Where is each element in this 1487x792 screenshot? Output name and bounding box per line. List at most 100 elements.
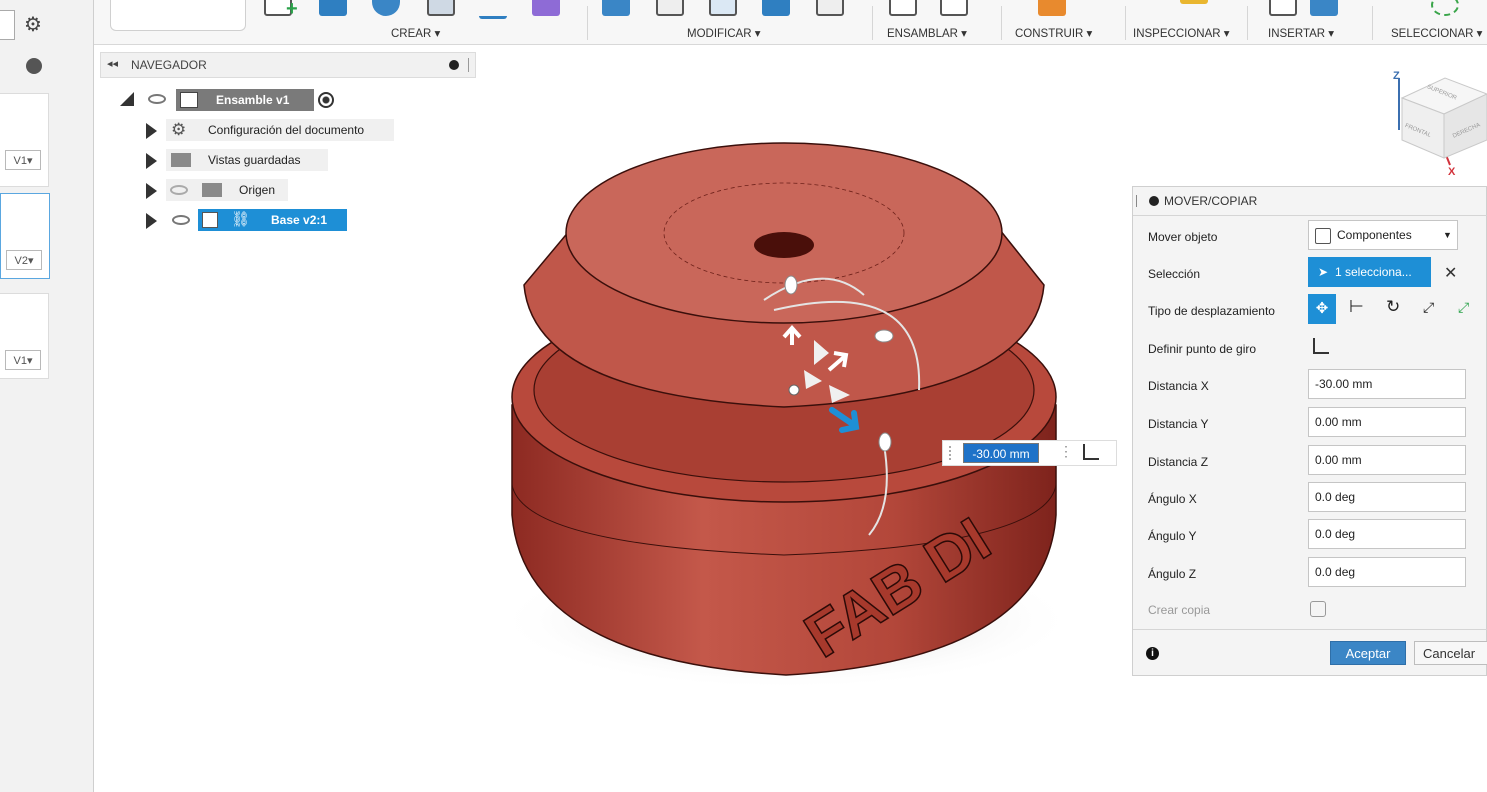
pivot-point-icon[interactable] xyxy=(1083,444,1099,460)
component-icon xyxy=(202,212,218,228)
chamfer-icon[interactable] xyxy=(709,0,737,16)
version-card[interactable]: V1▾ xyxy=(0,293,49,379)
point-to-position-icon[interactable]: ⤢ xyxy=(1458,299,1469,316)
activate-radio-icon[interactable] xyxy=(318,92,334,108)
loft-icon[interactable] xyxy=(479,0,507,19)
construct-menu[interactable]: CONSTRUIR ▾ xyxy=(1015,26,1092,40)
separator xyxy=(1372,6,1373,40)
selection-value: 1 selecciona... xyxy=(1335,265,1412,279)
press-pull-icon[interactable] xyxy=(602,0,630,16)
angle-y-label: Ángulo Y xyxy=(1148,529,1197,543)
insert-derive-icon[interactable] xyxy=(1269,0,1297,16)
combine-icon[interactable] xyxy=(816,0,844,16)
angle-x-input[interactable]: 0.0 deg xyxy=(1308,482,1466,512)
angle-y-input[interactable]: 0.0 deg xyxy=(1308,519,1466,549)
shell-icon[interactable] xyxy=(762,0,790,16)
workspace-switcher[interactable] xyxy=(110,0,246,31)
selection-field[interactable]: ➤ 1 selecciona... xyxy=(1308,257,1431,287)
pivot-point-icon[interactable] xyxy=(1313,338,1329,354)
browser-panel-header[interactable]: ◂◂ NAVEGADOR xyxy=(100,52,476,78)
tree-root[interactable]: Ensamble v1 xyxy=(176,89,314,111)
tree-expand-icon[interactable] xyxy=(146,153,157,169)
create-copy-checkbox[interactable] xyxy=(1310,601,1326,617)
distance-z-input[interactable]: 0.00 mm xyxy=(1308,445,1466,475)
drag-grip[interactable] xyxy=(949,446,957,460)
info-icon[interactable]: i xyxy=(1146,647,1159,660)
rotation-handle[interactable] xyxy=(878,432,892,452)
cancel-button[interactable]: Cancelar xyxy=(1414,641,1487,665)
version-dropdown[interactable]: V1▾ xyxy=(5,350,41,370)
gear-icon[interactable]: ⚙ xyxy=(24,12,42,37)
hidden-eye-icon[interactable] xyxy=(170,185,188,195)
fillet-icon[interactable] xyxy=(656,0,684,16)
assembly-icon xyxy=(180,92,198,108)
tree-root-expand-icon[interactable] xyxy=(120,92,134,106)
version-card[interactable]: V2▾ xyxy=(0,193,50,279)
sweep-icon[interactable] xyxy=(427,0,455,16)
insert-menu[interactable]: INSERTAR ▾ xyxy=(1268,26,1334,40)
tree-item-label: Base v2:1 xyxy=(271,213,328,227)
component-icon xyxy=(1315,228,1331,244)
tree-item-base-component[interactable]: ⛓ Base v2:1 xyxy=(198,209,347,231)
version-dropdown[interactable]: V1▾ xyxy=(5,150,41,170)
new-component-icon[interactable] xyxy=(889,0,917,16)
pin-icon[interactable] xyxy=(449,60,459,70)
angle-z-input[interactable]: 0.0 deg xyxy=(1308,557,1466,587)
row-angle-x: Ángulo X 0.0 deg xyxy=(1133,482,1487,516)
tree-expand-icon[interactable] xyxy=(146,213,157,229)
tree-expand-icon[interactable] xyxy=(146,183,157,199)
tree-item-document-settings[interactable]: ⚙ Configuración del documento xyxy=(166,119,394,141)
dialog-grip[interactable] xyxy=(1136,195,1137,207)
rotate-icon[interactable]: ↻ xyxy=(1386,297,1400,317)
toolbar: + CREAR ▾ MODIFICAR ▾ ENSAMBLAR ▾ CONSTR… xyxy=(94,0,1487,45)
point-to-point-icon[interactable]: ⤢ xyxy=(1423,299,1434,316)
distance-y-input[interactable]: 0.00 mm xyxy=(1308,407,1466,437)
distance-x-input[interactable]: -30.00 mm xyxy=(1308,369,1466,399)
distance-y-label: Distancia Y xyxy=(1148,417,1209,431)
move-type-label: Tipo de desplazamiento xyxy=(1148,304,1275,318)
globe-icon[interactable] xyxy=(26,58,42,74)
pivot-origin-icon[interactable] xyxy=(788,384,800,396)
visibility-eye-icon[interactable] xyxy=(172,215,190,225)
dialog-header[interactable]: MOVER/COPIAR xyxy=(1133,187,1487,216)
select-menu[interactable]: SELECCIONAR ▾ xyxy=(1391,26,1482,40)
select-icon[interactable] xyxy=(1431,0,1459,16)
create-menu[interactable]: CREAR ▾ xyxy=(391,26,440,40)
inspect-menu[interactable]: INSPECCIONAR ▾ xyxy=(1133,26,1230,40)
version-card[interactable]: V1▾ xyxy=(0,93,49,187)
rotation-handle[interactable] xyxy=(874,329,894,343)
separator xyxy=(1247,6,1248,40)
row-selection: Selección ➤ 1 selecciona... ✕ xyxy=(1133,257,1487,291)
accept-button[interactable]: Aceptar xyxy=(1330,641,1406,665)
modify-menu[interactable]: MODIFICAR ▾ xyxy=(687,26,761,40)
assemble-menu[interactable]: ENSAMBLAR ▾ xyxy=(887,26,967,40)
row-distance-y: Distancia Y 0.00 mm xyxy=(1133,407,1487,441)
dialog-pin-icon[interactable] xyxy=(1149,196,1159,206)
move-object-select[interactable]: Componentes ▼ xyxy=(1308,220,1458,250)
tree-item-saved-views[interactable]: Vistas guardadas xyxy=(166,149,328,171)
tree-item-origin[interactable]: Origen xyxy=(166,179,288,201)
collapse-icon[interactable]: ◂◂ xyxy=(107,57,118,70)
rotation-handle[interactable] xyxy=(784,275,798,295)
row-move-object: Mover objeto Componentes ▼ xyxy=(1133,220,1487,254)
revolve-icon[interactable] xyxy=(372,0,400,16)
more-options-icon[interactable]: ⋮ xyxy=(1059,443,1073,460)
free-move-icon[interactable]: ✥ xyxy=(1308,294,1336,324)
offset-plane-icon[interactable] xyxy=(1038,0,1066,16)
tree-expand-icon[interactable] xyxy=(146,123,157,139)
joint-icon[interactable] xyxy=(940,0,968,16)
visibility-eye-icon[interactable] xyxy=(148,94,166,104)
measure-icon[interactable] xyxy=(1180,0,1208,4)
clear-selection-icon[interactable]: ✕ xyxy=(1444,263,1457,283)
divider-handle[interactable] xyxy=(468,58,469,72)
translate-icon[interactable]: ⊢ xyxy=(1349,297,1364,317)
panel-field[interactable] xyxy=(0,10,15,40)
viewcube[interactable]: Z X SUPERIOR FRONTAL DERECHA xyxy=(1390,70,1487,180)
row-angle-y: Ángulo Y 0.0 deg xyxy=(1133,519,1487,553)
inline-distance-input[interactable]: -30.00 mm xyxy=(963,443,1039,463)
box-icon[interactable] xyxy=(532,0,560,16)
extrude-icon[interactable] xyxy=(319,0,347,16)
tree-item-label: Origen xyxy=(239,183,276,197)
insert-image-icon[interactable] xyxy=(1310,0,1338,16)
version-dropdown[interactable]: V2▾ xyxy=(6,250,42,270)
